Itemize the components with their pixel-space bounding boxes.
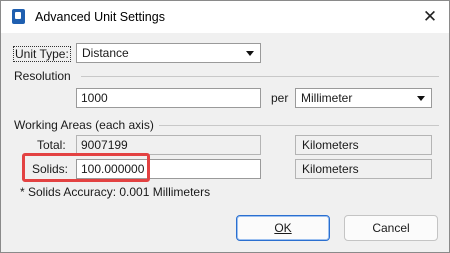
solids-unit-box: Kilometers bbox=[295, 159, 432, 179]
ok-button[interactable]: OK bbox=[236, 215, 330, 241]
working-areas-heading: Working Areas (each axis) bbox=[14, 118, 154, 132]
close-icon: ✕ bbox=[422, 7, 438, 26]
total-unit-box: Kilometers bbox=[295, 135, 432, 155]
total-value: 9007199 bbox=[81, 138, 128, 152]
solids-unit: Kilometers bbox=[302, 162, 359, 176]
title-bar: Advanced Unit Settings ✕ bbox=[1, 1, 449, 33]
ok-button-label: OK bbox=[274, 221, 292, 235]
chevron-down-icon bbox=[246, 51, 254, 56]
chevron-down-icon bbox=[417, 96, 425, 101]
cancel-button-label: Cancel bbox=[372, 221, 410, 235]
resolution-heading: Resolution bbox=[14, 69, 71, 83]
close-button[interactable]: ✕ bbox=[411, 1, 449, 33]
cancel-button[interactable]: Cancel bbox=[344, 215, 438, 241]
resolution-separator bbox=[81, 76, 439, 77]
resolution-value: 1000 bbox=[81, 91, 108, 105]
solids-highlight-box bbox=[22, 153, 150, 182]
per-label: per bbox=[271, 91, 289, 105]
advanced-unit-settings-dialog: Advanced Unit Settings ✕ Unit Type: Dist… bbox=[0, 0, 450, 253]
dialog-title: Advanced Unit Settings bbox=[35, 10, 165, 24]
total-unit: Kilometers bbox=[302, 138, 359, 152]
app-icon bbox=[12, 9, 25, 24]
total-label: Total: bbox=[37, 138, 66, 152]
resolution-unit-select[interactable]: Millimeter bbox=[295, 88, 432, 108]
working-areas-separator bbox=[159, 125, 439, 126]
unit-type-label: Unit Type: bbox=[13, 46, 71, 62]
unit-type-select[interactable]: Distance bbox=[76, 43, 261, 63]
resolution-input[interactable]: 1000 bbox=[76, 88, 261, 108]
solids-accuracy-note: * Solids Accuracy: 0.001 Millimeters bbox=[20, 185, 211, 199]
total-field: 9007199 bbox=[76, 135, 261, 155]
resolution-unit-value: Millimeter bbox=[301, 91, 353, 105]
unit-type-value: Distance bbox=[82, 46, 129, 60]
